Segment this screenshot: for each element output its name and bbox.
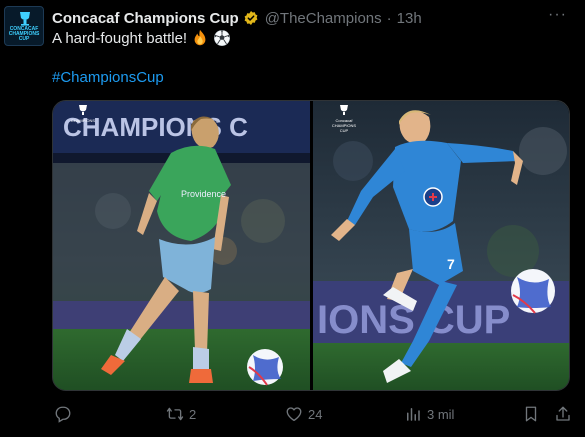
retweet-button[interactable]: 2: [166, 402, 196, 426]
cruz-azul-player-image: IONS CUP Concacaf CHAMPIONS CUP 7: [313, 101, 569, 390]
handle[interactable]: @TheChampions: [265, 10, 382, 27]
photo-left[interactable]: CHAMPIONS C CHAMPIONS Providence: [53, 101, 310, 390]
action-bar: 2 24 3 mil: [52, 402, 582, 426]
avatar-label: CONCACAF CHAMPIONS CUP: [8, 26, 40, 42]
tweet-text: A hard-fought battle!: [52, 29, 231, 47]
share-icon: [556, 406, 570, 421]
seattle-player-image: CHAMPIONS C CHAMPIONS Providence: [53, 101, 310, 390]
bookmark-icon: [525, 406, 537, 422]
verified-badge-icon: [244, 11, 258, 25]
more-options-icon[interactable]: ···: [548, 6, 567, 24]
soccer-ball-emoji-icon: [214, 30, 231, 46]
like-button[interactable]: 24: [285, 402, 322, 426]
svg-text:CUP: CUP: [340, 128, 349, 133]
tweet-text-content: A hard-fought battle!: [52, 29, 188, 47]
svg-text:CHAMPIONS: CHAMPIONS: [71, 118, 96, 123]
soccer-ball-right: [511, 269, 555, 314]
avatar[interactable]: CONCACAF CHAMPIONS CUP: [4, 6, 44, 46]
reply-icon: [55, 406, 71, 423]
display-name[interactable]: Concacaf Champions Cup: [52, 10, 239, 27]
photo-right[interactable]: IONS CUP Concacaf CHAMPIONS CUP 7: [313, 101, 569, 390]
bookmark-button[interactable]: [522, 402, 540, 426]
separator: ·: [386, 9, 392, 27]
jersey-sponsor-text: Providence: [181, 189, 226, 199]
timestamp[interactable]: 13h: [397, 10, 422, 27]
heart-icon: [286, 407, 302, 422]
hashtag-link[interactable]: #ChampionsCup: [52, 69, 164, 86]
retweet-count: 2: [189, 406, 197, 422]
jersey-number-text: 7: [447, 256, 455, 272]
tweet-header: Concacaf Champions Cup @TheChampions · 1…: [52, 8, 585, 28]
share-button[interactable]: [554, 402, 572, 426]
banner-text-left: CHAMPIONS C: [63, 112, 248, 142]
views-count: 3 mil: [427, 406, 455, 422]
reply-button[interactable]: [54, 402, 77, 426]
fire-emoji-icon: [194, 29, 206, 46]
soccer-ball-left: [247, 349, 283, 386]
like-count: 24: [308, 406, 323, 422]
views-button[interactable]: 3 mil: [404, 402, 454, 426]
views-chart-icon: [407, 408, 420, 421]
retweet-icon: [166, 407, 184, 421]
media-grid[interactable]: CHAMPIONS C CHAMPIONS Providence IONS CU…: [52, 100, 570, 391]
